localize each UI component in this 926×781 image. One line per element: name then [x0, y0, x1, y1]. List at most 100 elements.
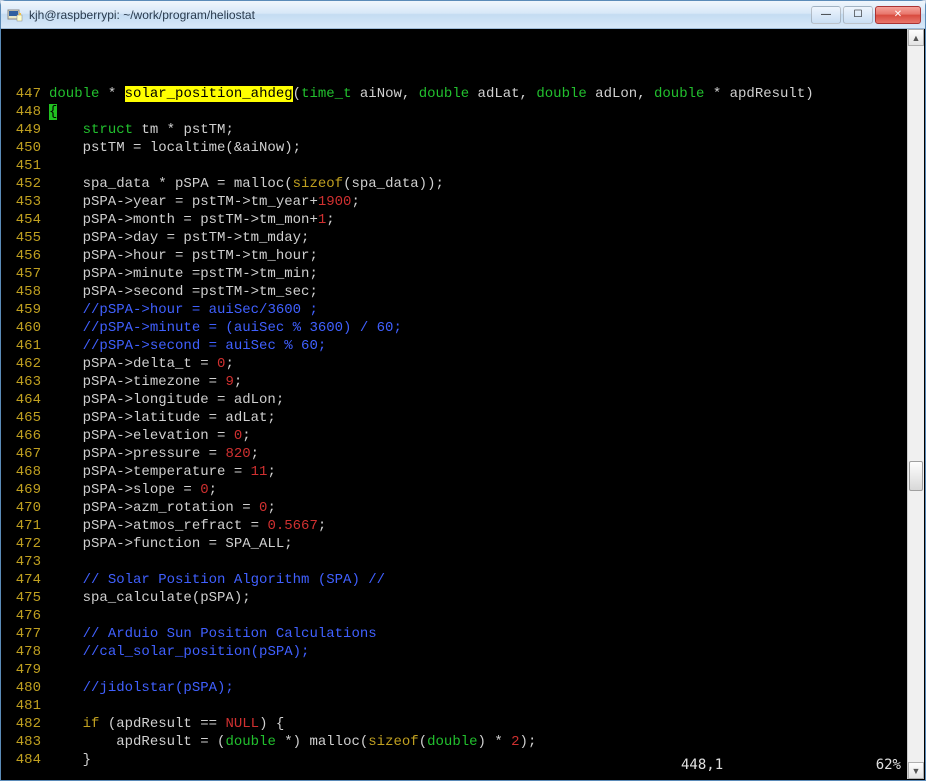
code-line: 471 pSPA->atmos_refract = 0.5667; [5, 517, 925, 535]
line-number: 482 [5, 715, 49, 733]
code-content: double * solar_position_ahdeg(time_t aiN… [49, 85, 925, 103]
code-content: pSPA->latitude = adLat; [49, 409, 925, 427]
code-content [49, 697, 925, 715]
titlebar[interactable]: kjh@raspberrypi: ~/work/program/heliosta… [1, 1, 925, 29]
code-content: struct tm * pstTM; [49, 121, 925, 139]
line-number: 472 [5, 535, 49, 553]
putty-window: kjh@raspberrypi: ~/work/program/heliosta… [0, 0, 926, 781]
line-number: 476 [5, 607, 49, 625]
line-number: 456 [5, 247, 49, 265]
vertical-scrollbar[interactable]: ▲ ▼ [907, 29, 924, 779]
vim-statusbar: 448,1 62% [9, 756, 901, 774]
line-number: 464 [5, 391, 49, 409]
code-line: 459 //pSPA->hour = auiSec/3600 ; [5, 301, 925, 319]
line-number: 458 [5, 283, 49, 301]
code-line: 470 pSPA->azm_rotation = 0; [5, 499, 925, 517]
scroll-up-button[interactable]: ▲ [908, 29, 924, 46]
line-number: 463 [5, 373, 49, 391]
code-line: 458 pSPA->second =pstTM->tm_sec; [5, 283, 925, 301]
code-line: 464 pSPA->longitude = adLon; [5, 391, 925, 409]
line-number: 460 [5, 319, 49, 337]
code-content [49, 607, 925, 625]
scroll-down-button[interactable]: ▼ [908, 762, 924, 779]
line-number: 454 [5, 211, 49, 229]
code-line: 451 [5, 157, 925, 175]
maximize-button[interactable]: ☐ [843, 6, 873, 24]
scroll-track[interactable] [908, 46, 924, 762]
code-line: 465 pSPA->latitude = adLat; [5, 409, 925, 427]
window-buttons: — ☐ ✕ [809, 6, 921, 24]
terminal-area[interactable]: 447double * solar_position_ahdeg(time_t … [1, 29, 925, 780]
line-number: 466 [5, 427, 49, 445]
code-line: 447double * solar_position_ahdeg(time_t … [5, 85, 925, 103]
minimize-button[interactable]: — [811, 6, 841, 24]
code-content: { [49, 103, 925, 121]
code-content: //pSPA->minute = (auiSec % 3600) / 60; [49, 319, 925, 337]
line-number: 465 [5, 409, 49, 427]
code-line: 481 [5, 697, 925, 715]
code-content: pSPA->pressure = 820; [49, 445, 925, 463]
code-line: 457 pSPA->minute =pstTM->tm_min; [5, 265, 925, 283]
code-content: pSPA->function = SPA_ALL; [49, 535, 925, 553]
code-content: pSPA->longitude = adLon; [49, 391, 925, 409]
line-number: 471 [5, 517, 49, 535]
code-content: pSPA->temperature = 11; [49, 463, 925, 481]
code-line: 453 pSPA->year = pstTM->tm_year+1900; [5, 193, 925, 211]
code-content: pSPA->slope = 0; [49, 481, 925, 499]
code-content: pSPA->year = pstTM->tm_year+1900; [49, 193, 925, 211]
line-number: 459 [5, 301, 49, 319]
code-content: pSPA->delta_t = 0; [49, 355, 925, 373]
code-content: // Solar Position Algorithm (SPA) // [49, 571, 925, 589]
code-line: 455 pSPA->day = pstTM->tm_mday; [5, 229, 925, 247]
code-line: 452 spa_data * pSPA = malloc(sizeof(spa_… [5, 175, 925, 193]
code-content: spa_data * pSPA = malloc(sizeof(spa_data… [49, 175, 925, 193]
line-number: 474 [5, 571, 49, 589]
line-number: 461 [5, 337, 49, 355]
scroll-percent: 62% [841, 756, 901, 774]
code-line: 454 pSPA->month = pstTM->tm_mon+1; [5, 211, 925, 229]
code-content: //cal_solar_position(pSPA); [49, 643, 925, 661]
line-number: 478 [5, 643, 49, 661]
line-number: 468 [5, 463, 49, 481]
window-title: kjh@raspberrypi: ~/work/program/heliosta… [29, 8, 809, 22]
code-line: 462 pSPA->delta_t = 0; [5, 355, 925, 373]
line-number: 473 [5, 553, 49, 571]
code-content: pSPA->second =pstTM->tm_sec; [49, 283, 925, 301]
line-number: 480 [5, 679, 49, 697]
code-content: if (apdResult == NULL) { [49, 715, 925, 733]
code-line: 456 pSPA->hour = pstTM->tm_hour; [5, 247, 925, 265]
line-number: 452 [5, 175, 49, 193]
code-content: pSPA->hour = pstTM->tm_hour; [49, 247, 925, 265]
code-line: 468 pSPA->temperature = 11; [5, 463, 925, 481]
line-number: 469 [5, 481, 49, 499]
code-content: pSPA->atmos_refract = 0.5667; [49, 517, 925, 535]
code-content [49, 661, 925, 679]
line-number: 447 [5, 85, 49, 103]
code-content: //pSPA->second = auiSec % 60; [49, 337, 925, 355]
code-content: // Arduio Sun Position Calculations [49, 625, 925, 643]
code-content: pstTM = localtime(&aiNow); [49, 139, 925, 157]
code-line: 477 // Arduio Sun Position Calculations [5, 625, 925, 643]
app-icon [7, 7, 23, 23]
code-content: pSPA->month = pstTM->tm_mon+1; [49, 211, 925, 229]
code-line: 473 [5, 553, 925, 571]
code-line: 450 pstTM = localtime(&aiNow); [5, 139, 925, 157]
code-content: pSPA->day = pstTM->tm_mday; [49, 229, 925, 247]
code-line: 466 pSPA->elevation = 0; [5, 427, 925, 445]
line-number: 453 [5, 193, 49, 211]
code-line: 448{ [5, 103, 925, 121]
line-number: 477 [5, 625, 49, 643]
line-number: 467 [5, 445, 49, 463]
code-content: pSPA->azm_rotation = 0; [49, 499, 925, 517]
code-content: pSPA->elevation = 0; [49, 427, 925, 445]
line-number: 481 [5, 697, 49, 715]
code-line: 449 struct tm * pstTM; [5, 121, 925, 139]
code-content: //jidolstar(pSPA); [49, 679, 925, 697]
line-number: 451 [5, 157, 49, 175]
code-line: 474 // Solar Position Algorithm (SPA) // [5, 571, 925, 589]
code-line: 461 //pSPA->second = auiSec % 60; [5, 337, 925, 355]
close-button[interactable]: ✕ [875, 6, 921, 24]
code-line: 469 pSPA->slope = 0; [5, 481, 925, 499]
line-number: 448 [5, 103, 49, 121]
scroll-thumb[interactable] [909, 461, 923, 491]
